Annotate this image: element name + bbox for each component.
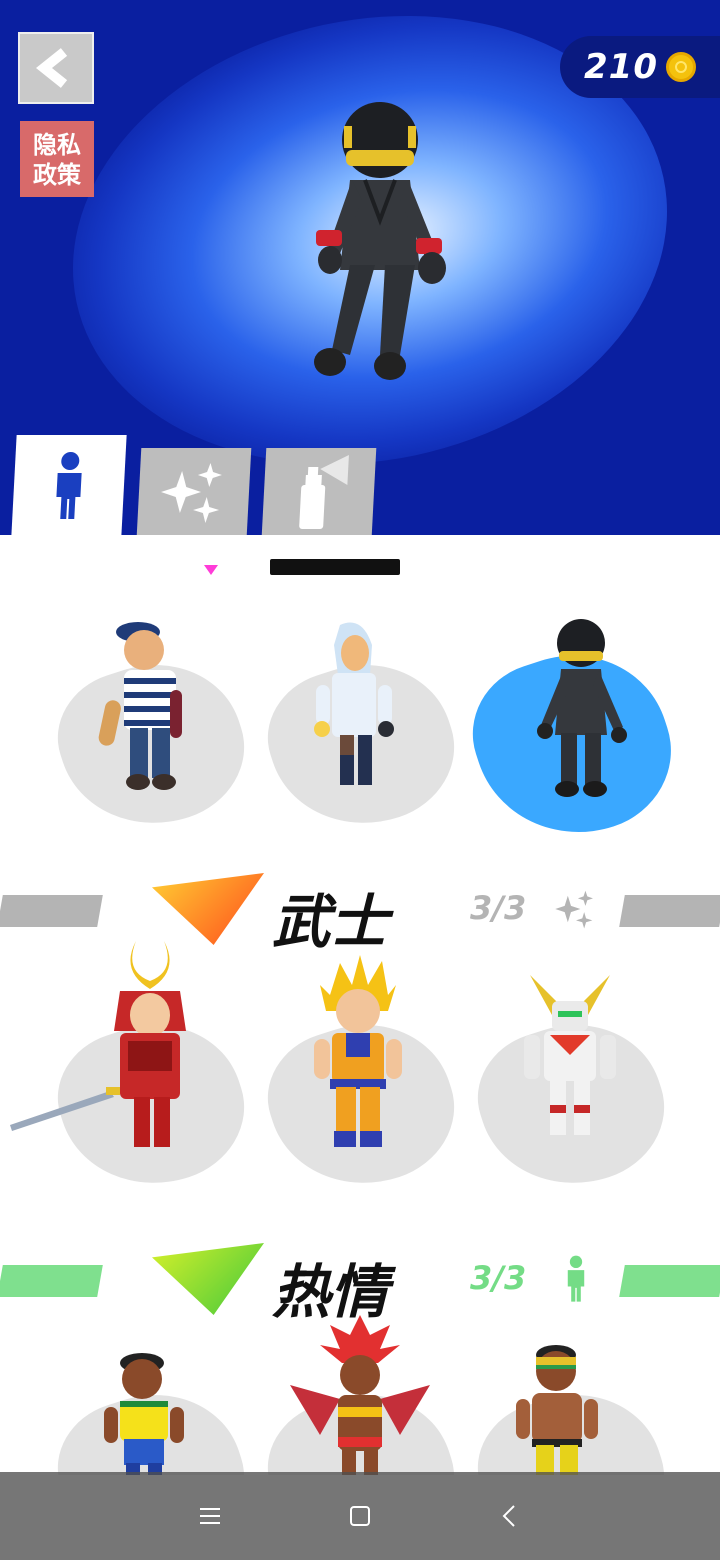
sparkles-icon <box>161 463 222 523</box>
character-card-capoeira[interactable] <box>461 1325 683 1475</box>
section-title-partial <box>270 553 400 575</box>
privacy-policy-label: 隐私 政策 <box>33 131 81 189</box>
section-bar-right <box>619 895 720 927</box>
character-figure <box>314 955 402 1147</box>
character-figure <box>524 975 616 1135</box>
character-preview-panel: 隐私 政策 210 <box>0 0 720 535</box>
character-figure <box>104 1353 184 1475</box>
character-card-saiyan[interactable] <box>251 955 473 1215</box>
system-nav-bar <box>0 1472 720 1560</box>
coin-icon <box>665 52 696 82</box>
menu-icon <box>200 1508 220 1524</box>
character-card-assassin[interactable] <box>251 595 473 855</box>
section-bar-right <box>619 1265 720 1297</box>
privacy-policy-button[interactable]: 隐私 政策 <box>20 121 94 197</box>
section-flag-passion <box>152 1243 264 1315</box>
person-icon <box>56 451 82 519</box>
tab-effects[interactable] <box>136 448 252 535</box>
character-figure <box>290 1315 430 1475</box>
character-figure <box>314 622 394 785</box>
section-title: 武士 <box>272 888 389 956</box>
character-card-daft-punk[interactable] <box>454 595 692 860</box>
tab-spray[interactable] <box>261 448 377 535</box>
coin-counter: 210 <box>560 36 720 98</box>
person-icon <box>567 1255 585 1302</box>
sparkles-icon <box>555 890 593 929</box>
character-figure <box>98 622 182 790</box>
back-arrow-icon <box>502 1505 515 1527</box>
coin-count: 210 <box>584 47 658 87</box>
section-header-passion: 热情 3/3 <box>0 1239 720 1326</box>
home-button[interactable] <box>340 1496 380 1536</box>
character-card-robot[interactable] <box>461 955 683 1215</box>
menu-button[interactable] <box>190 1496 230 1536</box>
character-figure <box>10 941 186 1147</box>
back-button[interactable] <box>18 32 94 104</box>
character-card-french[interactable] <box>41 595 263 855</box>
character-card-football[interactable] <box>41 1325 263 1475</box>
section-header-samurai: 武士 3/3 <box>0 869 720 956</box>
character-card-samurai[interactable] <box>10 941 263 1215</box>
section-count: 3/3 <box>470 889 527 927</box>
spray-can-icon <box>299 455 349 529</box>
character-figure <box>537 619 627 797</box>
section-flag-partial <box>204 565 218 575</box>
chevron-left-icon <box>36 48 68 88</box>
selected-character-preview <box>314 102 446 380</box>
section-bar-left <box>0 895 103 927</box>
section-count: 3/3 <box>470 1259 527 1297</box>
character-figure <box>516 1345 598 1475</box>
back-nav-button[interactable] <box>490 1496 530 1536</box>
character-list[interactable]: 武士 3/3 热情 3/3 <box>0 535 720 1475</box>
character-card-carnival[interactable] <box>251 1315 473 1475</box>
section-bar-left <box>0 1265 103 1297</box>
section-flag-samurai <box>152 873 264 945</box>
tab-characters[interactable] <box>11 435 127 535</box>
home-square-icon <box>350 1506 370 1526</box>
